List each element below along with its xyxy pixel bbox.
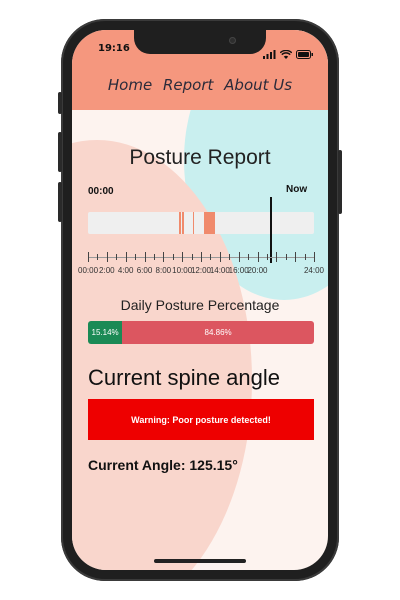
timeline-tick: [266, 254, 268, 260]
timeline-tick: [106, 252, 108, 262]
timeline-track: [88, 212, 314, 234]
home-indicator: [154, 559, 246, 563]
timeline-tick-label: 6:00: [136, 266, 153, 275]
timeline-tick: [295, 252, 297, 262]
current-angle-text: Current Angle: 125.15°: [88, 457, 238, 473]
timeline-tick: [285, 254, 287, 260]
timeline-tick-label: 2:00: [99, 266, 115, 275]
battery-icon: [296, 44, 314, 63]
wifi-icon: [279, 44, 293, 63]
timeline-tick: [229, 254, 231, 260]
timeline-now-marker: [269, 197, 272, 263]
timeline-tick: [135, 254, 137, 260]
timeline-tick: [210, 254, 212, 260]
timeline-tick: [314, 252, 315, 262]
timeline-tick-label: 16:00: [228, 266, 249, 275]
timeline-start-label: 00:00: [88, 186, 114, 197]
timeline-tick: [144, 252, 146, 262]
timeline-tick-label: 12:00: [190, 266, 212, 275]
timeline-tick: [191, 254, 193, 260]
phone-screen: 19:16 Home Report About Us Posture Repor…: [72, 30, 328, 570]
warning-banner: Warning: Poor posture detected!: [88, 399, 314, 440]
timeline-tick-label: 14:00: [209, 266, 230, 275]
timeline-event: [213, 212, 215, 234]
side-button-left-3: [58, 182, 62, 222]
timeline-tick: [219, 252, 221, 262]
spine-angle-heading: Current spine angle: [88, 365, 281, 390]
timeline-tick-label: 8:00: [155, 266, 172, 275]
phone-notch: [134, 30, 266, 54]
nav-about-us[interactable]: About Us: [224, 76, 292, 94]
camera-icon: [229, 37, 236, 44]
timeline-tick: [248, 254, 250, 260]
timeline-tick: [97, 254, 99, 260]
timeline-tick: [182, 252, 184, 262]
daily-percentage-title: Daily Posture Percentage: [120, 297, 280, 313]
side-button-left-1: [58, 92, 62, 114]
timeline-tick: [238, 252, 240, 262]
good-posture-segment: 15.14%: [88, 321, 123, 344]
side-button-left-2: [58, 132, 62, 172]
timeline-event: [192, 212, 195, 234]
timeline-tick: [304, 254, 306, 260]
nav-report[interactable]: Report: [163, 76, 213, 94]
timeline-tick: [88, 252, 89, 262]
timeline-now-label: Now: [286, 184, 308, 195]
timeline-tick-label: 24:00: [303, 266, 324, 275]
timeline-tick-label: 4:00: [117, 266, 134, 275]
status-time: 19:16: [98, 43, 130, 54]
timeline-event: [182, 212, 184, 234]
timeline-tick: [257, 252, 259, 262]
side-button-right: [338, 150, 342, 214]
timeline-tick-label: 10:00: [172, 266, 193, 275]
nav-bar: Home Report About Us: [72, 76, 328, 94]
timeline-event: [179, 212, 181, 234]
timeline-tick-label: 00:00: [78, 266, 99, 275]
timeline-tick: [153, 254, 155, 260]
posture-percentage-bar: 15.14% 84.86%: [88, 321, 314, 344]
timeline-tick: [125, 252, 127, 262]
timeline-tick: [201, 252, 202, 262]
timeline-tick: [172, 254, 174, 260]
timeline-tick: [276, 252, 278, 262]
nav-home[interactable]: Home: [108, 76, 152, 94]
timeline-tick-label: 20:00: [247, 266, 268, 275]
page-title: Posture Report: [129, 146, 271, 169]
timeline-tick: [116, 254, 118, 260]
bad-posture-segment: 84.86%: [122, 321, 314, 344]
timeline-tick: [163, 252, 165, 262]
signal-icon: [263, 44, 276, 63]
